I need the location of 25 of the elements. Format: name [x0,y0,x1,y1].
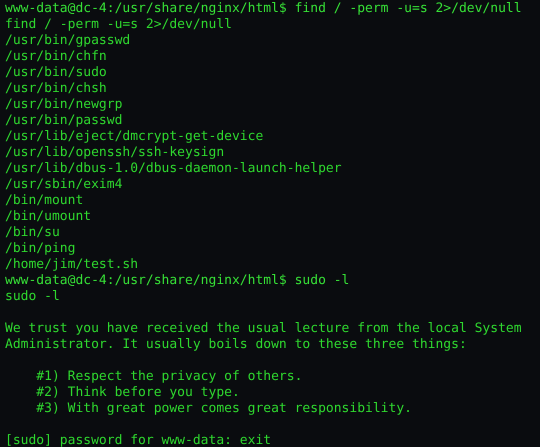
output-line: /usr/bin/chsh [5,81,107,97]
output-line: /usr/bin/sudo [5,65,107,81]
output-line: sudo -l [5,289,60,305]
output-line: find / -perm -u=s 2>/dev/null [5,17,232,33]
output-line: /usr/bin/chfn [5,49,107,65]
output-line: #1) Respect the privacy of others. [35,369,302,385]
output-line: #2) Think before you type. [35,385,240,401]
output-line: We trust you have received the usual lecture from the local System [5,321,522,337]
output-line: /bin/su [5,225,60,241]
output-line: Administrator. It usually boils down to these three things: [5,337,467,353]
command-line: www-data@dc-4:/usr/share/nginx/html$ sudo -l [5,273,350,289]
output-line: /bin/mount [5,193,84,209]
output-line: #3) With great power comes great responsibility. [35,401,412,417]
output-line: /usr/sbin/exim4 [5,177,122,193]
command-line: www-data@dc-4:/usr/share/nginx/html$ find / -perm -u=s 2>/dev/null [5,1,522,17]
output-line: /usr/bin/gpasswd [5,33,130,49]
output-line: /usr/bin/passwd [5,113,122,129]
output-line: /home/jim/test.sh [5,257,138,273]
output-line: /bin/ping [5,241,76,257]
output-line: /usr/lib/openssh/ssh-keysign [5,145,224,161]
output-line: /usr/lib/dbus-1.0/dbus-daemon-launch-helper [5,161,342,177]
output-line: /usr/lib/eject/dmcrypt-get-device [5,129,264,145]
output-line: /bin/umount [5,209,92,225]
output-line: /usr/bin/newgrp [5,97,122,113]
output-line: [sudo] password for www-data: exit [5,433,272,447]
